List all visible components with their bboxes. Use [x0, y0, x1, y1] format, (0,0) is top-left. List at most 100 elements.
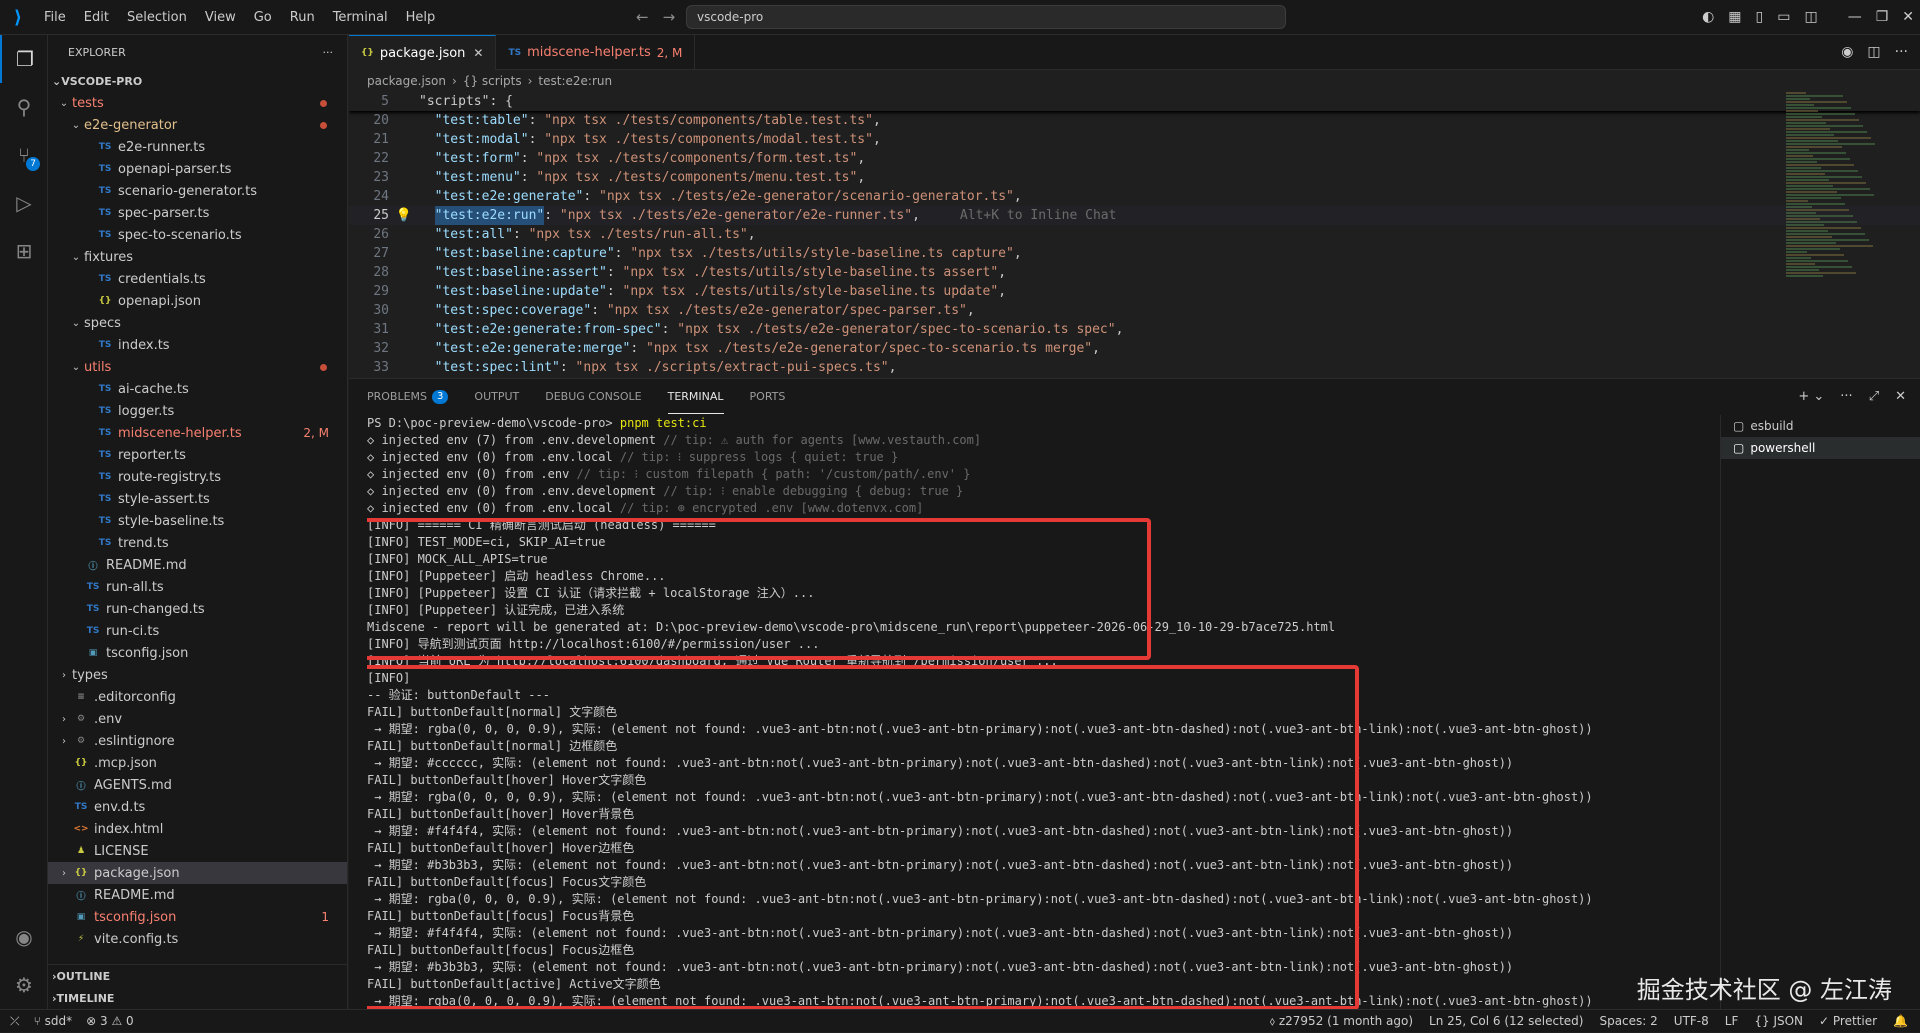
search-icon[interactable]: ⚲ [0, 83, 48, 131]
tree-item-e2e-generator[interactable]: ⌄ e2e-generator [48, 114, 347, 136]
tree-item-fixtures[interactable]: ⌄ fixtures [48, 246, 347, 268]
branch-status[interactable]: ⑂ sdd* [34, 1014, 73, 1028]
menu-item-view[interactable]: View [197, 0, 244, 35]
restore-icon[interactable]: ❐ [1876, 0, 1889, 35]
account-icon[interactable]: ◉ [0, 913, 48, 961]
tree-item-readme-md[interactable]: ⓘ README.md [48, 554, 347, 576]
tree-item-credentials-ts[interactable]: TS credentials.ts [48, 268, 347, 290]
tree-item-tests[interactable]: ⌄ tests [48, 92, 347, 114]
command-center-search[interactable]: vscode-pro [686, 5, 1286, 29]
forward-arrow-icon[interactable]: → [663, 0, 676, 35]
tree-item-reporter-ts[interactable]: TS reporter.ts [48, 444, 347, 466]
tree-item-trend-ts[interactable]: TS trend.ts [48, 532, 347, 554]
split-editor-icon[interactable]: ◫ [1867, 35, 1880, 70]
tree-item-openapi-parser-ts[interactable]: TS openapi-parser.ts [48, 158, 347, 180]
tab-midscene-helper-ts[interactable]: TS midscene-helper.ts 2, M [496, 35, 696, 70]
tree-item--mcp-json[interactable]: {} .mcp.json [48, 752, 347, 774]
tree-item-spec-to-scenario-ts[interactable]: TS spec-to-scenario.ts [48, 224, 347, 246]
menu-item-terminal[interactable]: Terminal [325, 0, 396, 35]
close-window-icon[interactable]: ✕ [1902, 0, 1914, 35]
status-item[interactable]: Ln 25, Col 6 (12 selected) [1429, 1010, 1583, 1033]
status-item[interactable]: {} JSON [1754, 1010, 1803, 1033]
panel-tab-ports[interactable]: PORTS [750, 379, 786, 414]
tree-item-run-all-ts[interactable]: TS run-all.ts [48, 576, 347, 598]
explorer-more-icon[interactable]: ··· [323, 46, 334, 59]
tree-item-tsconfig-json[interactable]: ▣ tsconfig.json [48, 642, 347, 664]
layout-icon[interactable]: ▦ [1728, 0, 1741, 35]
menu-item-file[interactable]: File [36, 0, 74, 35]
terminal-instance-powershell[interactable]: ▢ powershell [1721, 437, 1920, 459]
explorer-icon[interactable]: ❐ [0, 35, 48, 83]
panel-tab-output[interactable]: OUTPUT [474, 379, 519, 414]
copilot-chat-icon[interactable]: ◉ [1841, 35, 1853, 70]
menu-item-edit[interactable]: Edit [76, 0, 117, 35]
status-item[interactable]: Spaces: 2 [1599, 1010, 1657, 1033]
remote-icon[interactable]: ⤫ [10, 1014, 20, 1029]
tree-item-tsconfig-json[interactable]: ▣ tsconfig.json 1 [48, 906, 347, 928]
tree-item-spec-parser-ts[interactable]: TS spec-parser.ts [48, 202, 347, 224]
manage-gear-icon[interactable]: ⚙ [0, 961, 48, 1009]
run-debug-icon[interactable]: ▷ [0, 179, 48, 227]
tree-item--editorconfig[interactable]: ≡ .editorconfig [48, 686, 347, 708]
minimize-icon[interactable]: — [1848, 0, 1862, 35]
close-tab-icon[interactable]: ✕ [473, 46, 483, 60]
tree-item-run-ci-ts[interactable]: TS run-ci.ts [48, 620, 347, 642]
terminal-output[interactable]: PS D:\poc-preview-demo\vscode-pro> pnpm … [367, 415, 1667, 1010]
status-item[interactable]: ⬨ z27952 (1 month ago) [1270, 1010, 1413, 1033]
panel-tab-debug-console[interactable]: DEBUG CONSOLE [545, 379, 641, 414]
status-item[interactable]: UTF-8 [1674, 1010, 1709, 1033]
tree-item-route-registry-ts[interactable]: TS route-registry.ts [48, 466, 347, 488]
tree-item-e2e-runner-ts[interactable]: TS e2e-runner.ts [48, 136, 347, 158]
tree-item-ai-cache-ts[interactable]: TS ai-cache.ts [48, 378, 347, 400]
breadcrumb-item[interactable]: test:e2e:run [538, 74, 612, 88]
toggle-panel-icon[interactable]: ▭ [1777, 0, 1790, 35]
tree-item--eslintignore[interactable]: › ⚙ .eslintignore [48, 730, 347, 752]
tree-item-agents-md[interactable]: ⓘ AGENTS.md [48, 774, 347, 796]
lightbulb-icon[interactable]: 💡 [389, 206, 419, 225]
panel-more-icon[interactable]: ··· [1840, 379, 1852, 414]
project-root[interactable]: ⌄ VSCODE-PRO [48, 70, 347, 92]
tree-item-env-d-ts[interactable]: TS env.d.ts [48, 796, 347, 818]
tree-item-style-baseline-ts[interactable]: TS style-baseline.ts [48, 510, 347, 532]
copilot-icon[interactable]: ◐ [1702, 0, 1714, 35]
panel-tab-problems[interactable]: PROBLEMS 3 [367, 379, 449, 414]
outline-section[interactable]: › OUTLINE [48, 965, 347, 987]
menu-item-help[interactable]: Help [398, 0, 444, 35]
breadcrumb-item[interactable]: {} scripts [463, 74, 522, 88]
tree-item-style-assert-ts[interactable]: TS style-assert.ts [48, 488, 347, 510]
tree-item-types[interactable]: › types [48, 664, 347, 686]
tree-item-readme-md[interactable]: ⓘ README.md [48, 884, 347, 906]
tab-package-json[interactable]: {} package.json ✕ [349, 35, 497, 70]
menu-item-run[interactable]: Run [282, 0, 323, 35]
tree-item-package-json[interactable]: › {} package.json [48, 862, 347, 884]
tree-item-utils[interactable]: ⌄ utils [48, 356, 347, 378]
timeline-section[interactable]: › TIMELINE [48, 987, 347, 1009]
tree-item-vite-config-ts[interactable]: ⚡ vite.config.ts [48, 928, 347, 950]
tree-item-midscene-helper-ts[interactable]: TS midscene-helper.ts 2, M [48, 422, 347, 444]
maximize-panel-icon[interactable]: ⤢ [1869, 379, 1879, 414]
tree-item-index-html[interactable]: <> index.html [48, 818, 347, 840]
source-control-icon[interactable]: ⑂ 7 [0, 131, 48, 179]
terminal-instance-esbuild[interactable]: ▢ esbuild [1721, 415, 1920, 437]
tree-item-logger-ts[interactable]: TS logger.ts [48, 400, 347, 422]
back-arrow-icon[interactable]: ← [636, 0, 649, 35]
more-actions-icon[interactable]: ··· [1895, 35, 1908, 70]
tree-item-index-ts[interactable]: TS index.ts [48, 334, 347, 356]
toggle-sidebar-icon[interactable]: ▯ [1756, 0, 1764, 35]
notifications-bell-icon[interactable]: 🔔 [1893, 1010, 1908, 1033]
new-terminal-icon[interactable]: + ⌄ [1798, 379, 1824, 414]
tree-item--env[interactable]: › ⚙ .env [48, 708, 347, 730]
close-panel-icon[interactable]: ✕ [1895, 379, 1906, 414]
panel-tab-terminal[interactable]: TERMINAL [667, 379, 724, 414]
tree-item-run-changed-ts[interactable]: TS run-changed.ts [48, 598, 347, 620]
tree-item-specs[interactable]: ⌄ specs [48, 312, 347, 334]
toggle-secondary-sidebar-icon[interactable]: ◫ [1804, 0, 1817, 35]
breadcrumb-item[interactable]: package.json [367, 74, 446, 88]
tree-item-scenario-generator-ts[interactable]: TS scenario-generator.ts [48, 180, 347, 202]
tree-item-license[interactable]: ♟ LICENSE [48, 840, 347, 862]
status-item[interactable]: LF [1725, 1010, 1739, 1033]
extensions-icon[interactable]: ⊞ [0, 227, 48, 275]
code-area[interactable]: 5 "scripts": { 20 "test:table": "npx tsx… [349, 92, 1920, 377]
problems-status[interactable]: ⊗ 3 ⚠ 0 [86, 1014, 134, 1028]
menu-item-go[interactable]: Go [246, 0, 280, 35]
